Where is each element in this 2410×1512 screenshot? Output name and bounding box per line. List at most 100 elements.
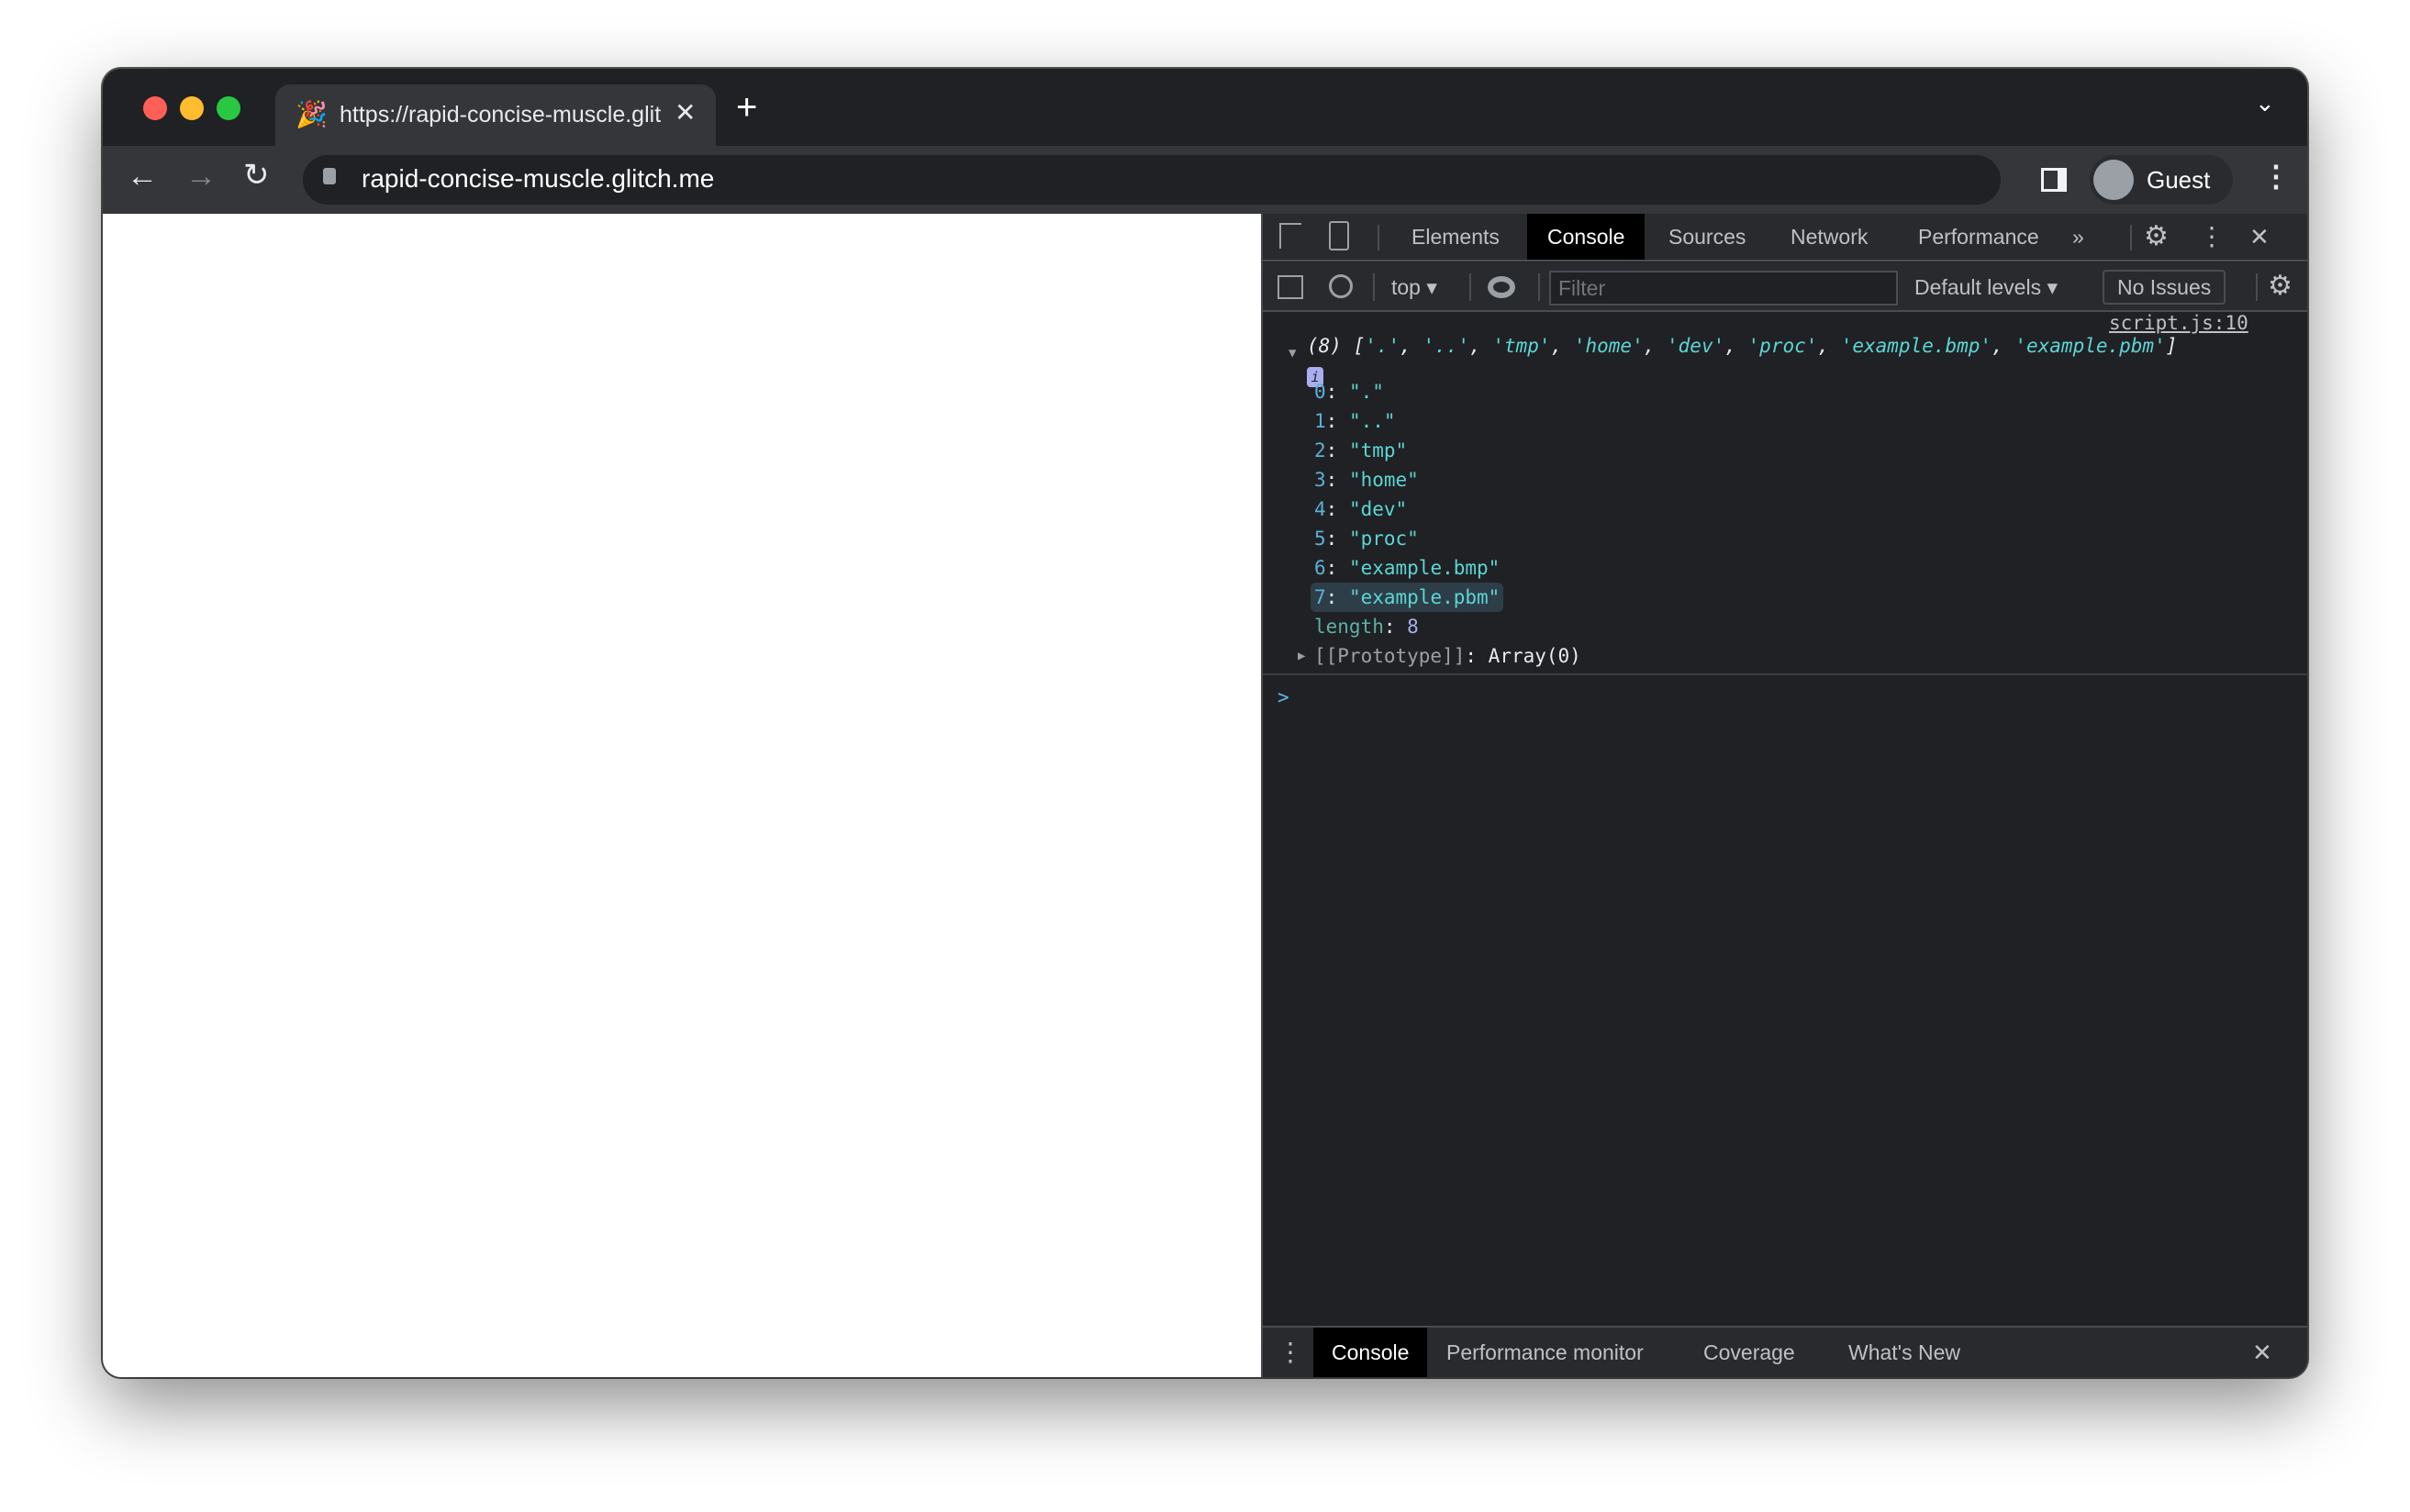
close-devtools-icon[interactable]: ✕ [2249,214,2270,260]
item-index: 0 [1314,381,1326,403]
item-value: "." [1348,381,1384,403]
party-popper-favicon-icon: 🎉 [296,100,328,128]
item-index: 3 [1314,469,1326,491]
address-bar[interactable]: rapid-concise-muscle.glitch.me [303,155,2001,205]
log-levels-value: Default levels [1914,275,2042,299]
array-item[interactable]: 0: "." [1314,377,1384,406]
summary-item: 'proc' [1747,335,1818,357]
array-item[interactable]: 4: "dev" [1314,495,1407,524]
avatar-icon [2093,160,2134,200]
summary-item: 'dev' [1667,335,1725,357]
array-item[interactable]: 2: "tmp" [1314,436,1407,465]
item-value: ".." [1348,410,1396,432]
side-panel-icon[interactable] [2041,168,2067,192]
array-summary[interactable]: ▼ (8) ['.', '..', 'tmp', 'home', 'dev', '… [1289,331,2177,361]
reload-button[interactable]: ↻ [243,157,270,194]
summary-item: '.' [1365,335,1400,357]
sidebar-toggle-icon[interactable] [1278,275,1303,299]
summary-item: 'home' [1573,335,1644,357]
summary-item: 'example.bmp' [1840,335,1992,357]
maximize-window-button[interactable] [217,96,240,120]
browser-window: 🎉 https://rapid-concise-muscle.glitch.me… [103,69,2307,1377]
drawer-menu-icon[interactable]: ⋮ [1278,1328,1303,1377]
issues-button[interactable]: No Issues [2103,270,2226,305]
expand-prototype-icon[interactable]: ▶ [1298,641,1305,671]
close-drawer-icon[interactable]: ✕ [2252,1328,2272,1377]
more-tabs-icon[interactable]: » [2072,214,2084,260]
tab-console[interactable]: Console [1527,214,1646,260]
back-button[interactable]: ← [127,159,158,195]
item-value: "tmp" [1348,439,1408,461]
forward-button[interactable]: → [185,159,217,195]
item-index: 2 [1314,439,1326,461]
browser-tab[interactable]: 🎉 https://rapid-concise-muscle.glitch.me… [275,84,716,146]
array-length: length: 8 [1314,616,1419,638]
prototype-row[interactable]: ▶ [[Prototype]]: Array(0) [1298,641,1581,671]
item-index: 5 [1314,528,1326,550]
console-filter-input[interactable] [1549,271,1898,306]
console-output: script.js:10 ▼ (8) ['.', '..', 'tmp', 'ho… [1263,312,2307,1275]
summary-item: 'example.pbm' [2014,335,2166,357]
tab-title: https://rapid-concise-muscle.glitch.me [340,102,661,128]
drawer-tab-performance-monitor[interactable]: Performance monitor [1428,1328,1662,1377]
expand-triangle-icon[interactable]: ▼ [1289,339,1296,368]
console-settings-gear-icon[interactable]: ⚙ [2268,270,2293,302]
close-window-button[interactable] [143,96,167,120]
item-value: "example.bmp" [1348,557,1501,579]
profile-button[interactable]: Guest [2090,155,2233,205]
drawer-tab-coverage[interactable]: Coverage [1685,1328,1813,1377]
browser-menu-icon[interactable]: ⋮ [2261,159,2291,194]
tab-network[interactable]: Network [1770,214,1888,260]
drawer-tab-whats-new[interactable]: What's New [1830,1328,1979,1377]
array-item[interactable]: 5: "proc" [1314,524,1419,553]
web-page-content [103,214,1261,1377]
inspect-element-icon[interactable] [1279,223,1301,249]
clear-console-icon[interactable] [1329,274,1353,298]
divider [1263,673,2307,675]
live-expression-eye-icon[interactable] [1488,276,1515,298]
item-index: 1 [1314,410,1326,432]
tab-elements[interactable]: Elements [1391,214,1520,260]
item-index: 7 [1314,586,1326,608]
prototype-key: [[Prototype]] [1314,645,1466,667]
array-count: (8) [1307,335,1342,357]
array-item[interactable]: 7: "example.pbm" [1311,583,1504,612]
new-tab-button[interactable]: + [736,87,757,128]
array-item[interactable]: 6: "example.bmp" [1314,553,1500,583]
close-tab-icon[interactable]: ✕ [675,97,696,128]
settings-gear-icon[interactable]: ⚙ [2144,214,2169,260]
item-value: "proc" [1348,528,1419,550]
summary-item: '..' [1423,335,1470,357]
item-value: "example.pbm" [1348,586,1501,608]
item-value: "dev" [1348,498,1408,520]
length-key: length [1314,616,1384,638]
context-value: top [1391,275,1421,299]
minimize-window-button[interactable] [180,96,204,120]
device-toolbar-icon[interactable] [1329,221,1349,250]
console-prompt[interactable]: > [1278,683,1289,712]
drawer-tab-bar: ⋮ Console Performance monitor Coverage W… [1263,1326,2307,1377]
item-index: 4 [1314,498,1326,520]
devtools-tab-bar: Elements Console Sources Network Perform… [1263,214,2307,261]
devtools-menu-icon[interactable]: ⋮ [2199,214,2225,260]
summary-item: 'tmp' [1492,335,1551,357]
url-text: rapid-concise-muscle.glitch.me [362,164,715,193]
tab-search-chevron-icon[interactable]: ⌄ [2255,89,2275,117]
tab-sources[interactable]: Sources [1648,214,1766,260]
devtools-panel: Elements Console Sources Network Perform… [1261,214,2307,1377]
item-value: "home" [1348,469,1419,491]
array-item[interactable]: 1: ".." [1314,406,1396,436]
profile-name: Guest [2147,166,2211,194]
lock-icon [323,168,336,184]
console-toolbar: top ▾ Default levels ▾ No Issues ⚙ [1263,262,2307,312]
tab-performance[interactable]: Performance [1898,214,2059,260]
prototype-value: Array(0) [1488,645,1581,667]
summary-items: '.', '..', 'tmp', 'home', 'dev', 'proc',… [1365,335,2166,357]
item-index: 6 [1314,557,1326,579]
length-value: 8 [1407,616,1419,638]
drawer-tab-console[interactable]: Console [1313,1328,1428,1377]
log-levels-dropdown[interactable]: Default levels ▾ [1914,275,2058,300]
browser-toolbar: ← → ↻ rapid-concise-muscle.glitch.me Gue… [103,146,2307,214]
array-item[interactable]: 3: "home" [1314,465,1419,495]
context-selector[interactable]: top ▾ [1391,275,1437,300]
